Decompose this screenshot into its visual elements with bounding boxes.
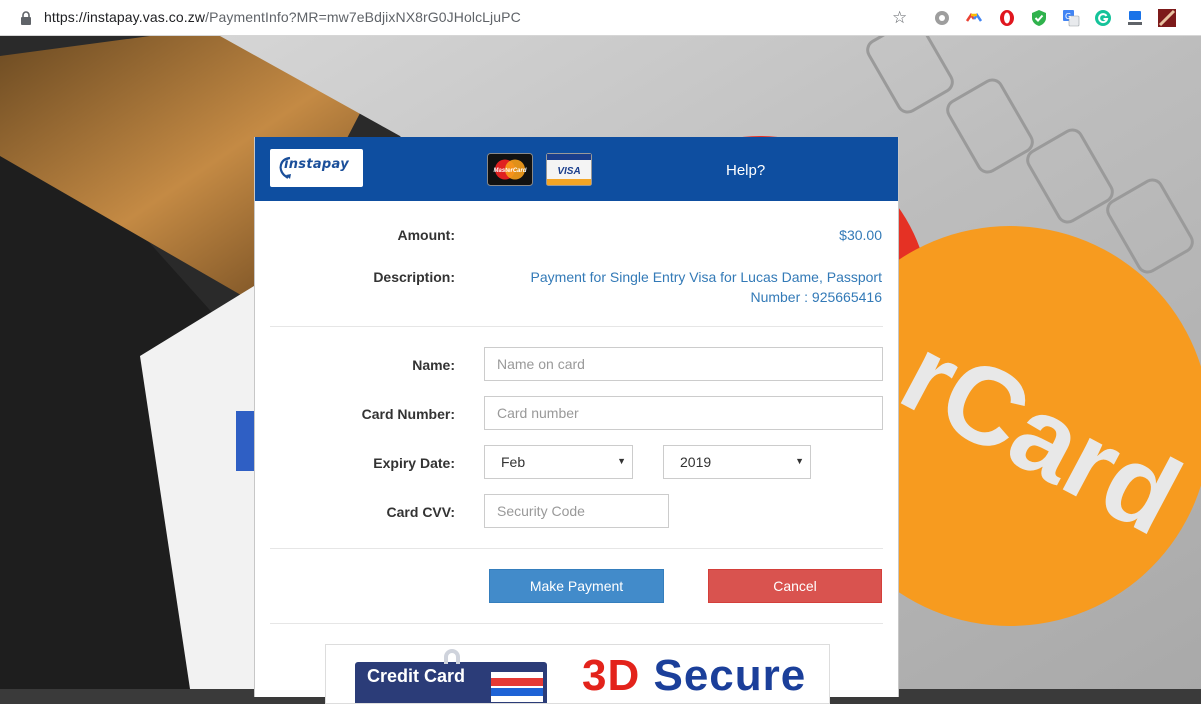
- help-link[interactable]: Help?: [726, 162, 765, 179]
- translate-icon[interactable]: G: [1062, 9, 1080, 27]
- 3d-text: 3D: [582, 651, 641, 700]
- credit-card-badge: Credit Card: [355, 649, 547, 703]
- payment-panel: instapay MasterCard VISA Help? Amount: $…: [254, 137, 899, 704]
- url-path: /PaymentInfo?MR=mw7eBdjixNX8rG0JHolcLjuP…: [205, 9, 521, 25]
- profile-avatar-icon[interactable]: [1158, 9, 1176, 27]
- description-line-1: Payment for Single Entry Visa for Lucas …: [530, 269, 882, 285]
- 3d-secure-banner: Credit Card 3D Secure: [325, 644, 830, 704]
- expiry-year-value: 2019: [680, 454, 712, 470]
- name-on-card-input[interactable]: [484, 347, 883, 381]
- expiry-year-select[interactable]: 2019 ▼: [663, 445, 811, 479]
- expiry-date-label: Expiry Date:: [373, 455, 455, 471]
- description-value: Payment for Single Entry Visa for Lucas …: [482, 267, 882, 307]
- mastercard-logo: MasterCard: [487, 153, 533, 186]
- svg-text:MasterCard: MasterCard: [493, 168, 526, 174]
- url-host: https://instapay.vas.co.zw: [44, 9, 206, 25]
- card-number-label: Card Number:: [361, 406, 455, 422]
- logo-text: instapay: [284, 157, 349, 172]
- amount-label: Amount:: [397, 227, 455, 243]
- card-number-input[interactable]: [484, 396, 883, 430]
- extension-grey-icon[interactable]: [933, 9, 951, 27]
- description-label: Description:: [373, 269, 455, 285]
- expiry-month-value: Feb: [501, 454, 526, 470]
- expiry-month-select[interactable]: Feb ▼: [484, 445, 633, 479]
- bookmark-star-icon[interactable]: ☆: [892, 8, 907, 28]
- card-cvv-label: Card CVV:: [386, 504, 455, 520]
- security-code-input[interactable]: [484, 494, 669, 528]
- instapay-logo[interactable]: instapay: [270, 149, 363, 187]
- download-icon[interactable]: [1126, 9, 1144, 27]
- browser-toolbar: https://instapay.vas.co.zw/PaymentInfo?M…: [0, 0, 1201, 36]
- amount-value: $30.00: [839, 227, 882, 243]
- grammarly-icon[interactable]: [1094, 9, 1112, 27]
- secure-word: Secure: [653, 651, 807, 700]
- name-label: Name:: [412, 357, 455, 373]
- svg-text:G: G: [1065, 12, 1071, 21]
- svg-text:VISA: VISA: [557, 166, 580, 177]
- 3d-secure-text: 3D Secure: [582, 651, 806, 701]
- card-stripes-icon: [491, 672, 543, 702]
- lock-icon[interactable]: [20, 11, 32, 25]
- divider: [270, 326, 883, 327]
- extension-google-icon[interactable]: [965, 9, 983, 27]
- opera-icon[interactable]: [998, 9, 1016, 27]
- padlock-icon: [444, 649, 460, 664]
- description-line-2: Number : 925665416: [750, 289, 882, 305]
- panel-header: instapay MasterCard VISA Help?: [255, 137, 898, 201]
- visa-logo: VISA: [546, 153, 592, 186]
- shield-icon[interactable]: [1030, 9, 1048, 27]
- divider: [270, 548, 883, 549]
- address-bar[interactable]: https://instapay.vas.co.zw/PaymentInfo?M…: [44, 9, 521, 25]
- divider: [270, 623, 883, 624]
- cancel-button[interactable]: Cancel: [708, 569, 882, 603]
- dropdown-arrow-icon: ▼: [795, 456, 804, 466]
- make-payment-button[interactable]: Make Payment: [489, 569, 664, 603]
- dropdown-arrow-icon: ▼: [617, 456, 626, 466]
